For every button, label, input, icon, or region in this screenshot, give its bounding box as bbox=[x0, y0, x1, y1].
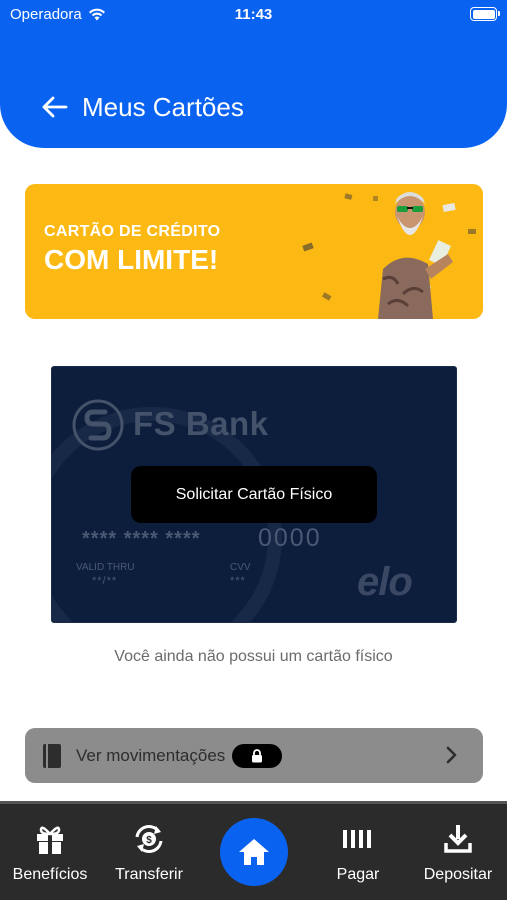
view-movements-label: Ver movimentações bbox=[76, 746, 226, 765]
svg-text:$: $ bbox=[146, 835, 152, 846]
request-physical-card-button[interactable]: Solicitar Cartão Físico bbox=[131, 466, 377, 523]
arrow-left-icon bbox=[42, 96, 68, 118]
card-number-mask: **** **** **** bbox=[82, 528, 201, 550]
book-icon bbox=[43, 744, 61, 768]
nav-label-beneficios: Benefícios bbox=[12, 866, 88, 883]
fs-bank-logo-icon bbox=[72, 399, 124, 451]
promo-subtitle: COM LIMITE! bbox=[44, 244, 219, 275]
card-cvv-label: CVV bbox=[230, 562, 251, 573]
card-network-logo: elo bbox=[357, 560, 413, 604]
card-number-last-digits: 0000 bbox=[258, 524, 322, 552]
nav-label-pagar: Pagar bbox=[336, 866, 380, 883]
view-movements-button[interactable]: Ver movimentações bbox=[25, 728, 483, 783]
transfer-icon: $ bbox=[135, 825, 163, 853]
chevron-right-icon bbox=[446, 746, 457, 764]
lock-icon bbox=[252, 749, 262, 763]
nav-item-depositar[interactable]: Depositar bbox=[412, 804, 504, 900]
card-brand-name: FS Bank bbox=[133, 405, 269, 442]
battery-icon bbox=[470, 7, 500, 21]
barcode-icon bbox=[343, 830, 371, 848]
download-icon bbox=[444, 825, 472, 853]
page-title: Meus Cartões bbox=[82, 92, 244, 122]
gift-icon bbox=[37, 826, 63, 854]
nav-label-transferir: Transferir bbox=[115, 866, 183, 883]
nav-item-transferir[interactable]: $ Transferir bbox=[106, 804, 192, 900]
card-valid-thru-value: **/** bbox=[92, 575, 118, 587]
back-button[interactable] bbox=[40, 92, 70, 122]
app-header: Operadora 11:43 Meus Cartões bbox=[0, 0, 507, 148]
nav-item-home[interactable] bbox=[220, 818, 288, 886]
nav-item-beneficios[interactable]: Benefícios bbox=[4, 804, 96, 900]
locked-badge bbox=[232, 744, 282, 768]
credit-card-promo-banner[interactable]: CARTÃO DE CRÉDITO COM LIMITE! bbox=[25, 184, 483, 319]
card-valid-thru-label: VALID THRU bbox=[76, 562, 135, 573]
status-time: 11:43 bbox=[234, 6, 273, 23]
home-icon bbox=[239, 839, 269, 865]
card-cvv-value: *** bbox=[230, 575, 246, 587]
promo-title: CARTÃO DE CRÉDITO bbox=[44, 223, 221, 240]
nav-item-pagar[interactable]: Pagar bbox=[320, 804, 396, 900]
nav-label-depositar: Depositar bbox=[423, 866, 493, 883]
promo-illustration bbox=[302, 192, 476, 319]
no-physical-card-message: Você ainda não possui um cartão físico bbox=[114, 648, 393, 665]
status-bar: Operadora 11:43 bbox=[0, 0, 507, 30]
